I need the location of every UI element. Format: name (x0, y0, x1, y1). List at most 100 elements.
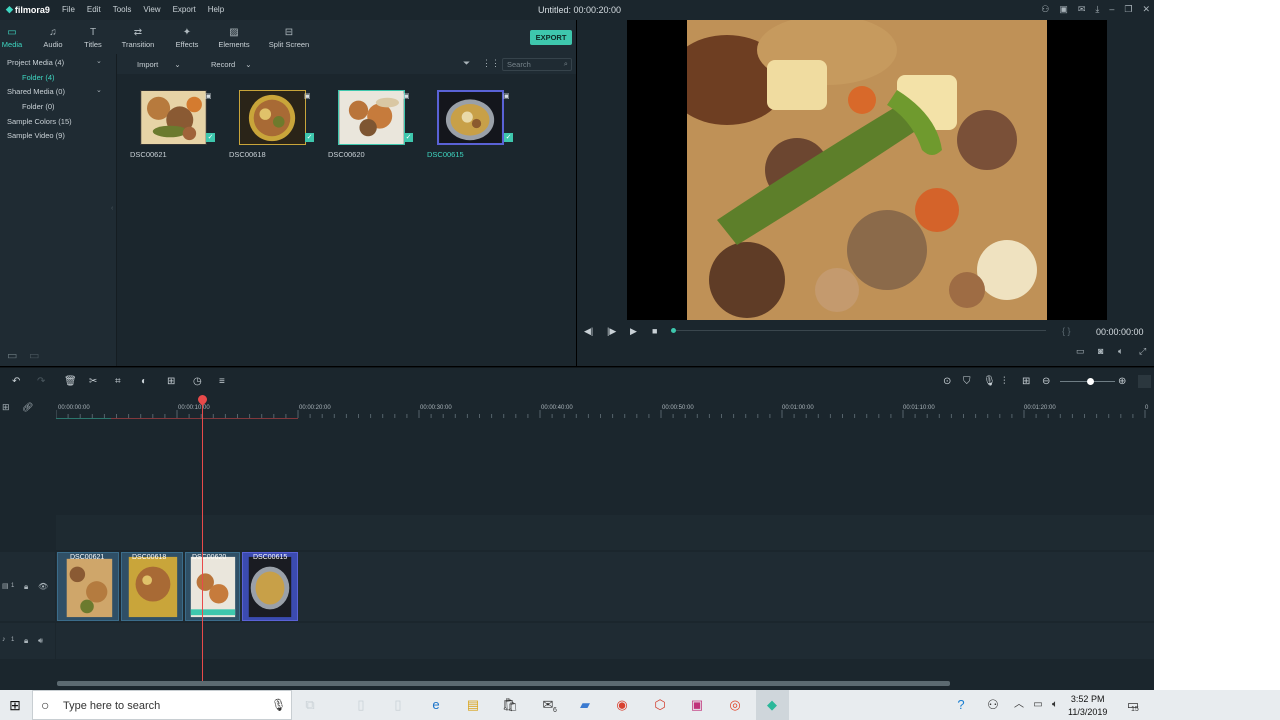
menu-edit[interactable]: Edit (87, 5, 101, 14)
library-project-media[interactable]: Project Media (4) (7, 58, 64, 67)
tab-split-screen[interactable]: ⊟ Split Screen (264, 27, 314, 49)
stop-icon[interactable]: ■ (652, 326, 657, 336)
lock-icon[interactable]: 🔒︎ (24, 636, 28, 646)
notepad-icon[interactable]: ▰ (576, 696, 594, 714)
marker-icon[interactable]: ⛉ (963, 376, 971, 387)
collapse-panel-icon[interactable]: ‹ (111, 205, 113, 212)
play-icon[interactable]: ▶︎ (630, 326, 637, 337)
timeline-settings-icon[interactable] (1138, 375, 1151, 388)
grid-view-icon[interactable]: ⋮⋮ (482, 58, 500, 69)
download-icon[interactable]: ⤓ (1095, 4, 1099, 15)
opera-icon[interactable]: ◎ (726, 696, 744, 714)
menu-view[interactable]: View (143, 5, 160, 14)
network-icon[interactable]: ▭ (1029, 696, 1047, 714)
undo-icon[interactable]: ↶ (12, 376, 20, 387)
render-icon[interactable]: ⊙ (943, 376, 951, 387)
timeline-clip[interactable] (242, 552, 298, 621)
zoom-out-icon[interactable]: ⊖ (1042, 376, 1050, 387)
adjust-icon[interactable]: ≡ (219, 376, 225, 387)
mail-icon[interactable]: ✉ (1078, 4, 1086, 15)
speaker-icon[interactable]: 🔊︎ (38, 636, 43, 646)
media-search-input[interactable]: Search ⌕ (502, 58, 572, 71)
audio-track[interactable] (56, 623, 1154, 659)
file-icon[interactable]: ▯ (389, 696, 407, 714)
account-icon[interactable]: ⚇ (1041, 4, 1049, 15)
delete-icon[interactable]: 🗑︎ (64, 376, 77, 387)
windows-start-icon[interactable]: ⊞ (0, 690, 30, 720)
menu-export[interactable]: Export (173, 5, 196, 14)
fullscreen-icon[interactable]: ⤢ (1139, 346, 1146, 357)
speed-icon[interactable]: ◷ (193, 376, 202, 387)
eye-icon[interactable]: 👁︎ (38, 582, 48, 591)
maximize-icon[interactable]: ❐ (1124, 4, 1132, 15)
taskbar-search-input[interactable]: ○ Type here to search 🎙︎ (32, 690, 292, 720)
display-settings-icon[interactable]: ▭ (1076, 346, 1085, 357)
menu-help[interactable]: Help (208, 5, 224, 14)
menu-tools[interactable]: Tools (113, 5, 132, 14)
record-dropdown[interactable]: Record ⌄ (211, 60, 252, 69)
import-dropdown[interactable]: Import ⌄ (137, 60, 181, 69)
media-thumbnail[interactable] (239, 90, 306, 145)
office-icon[interactable]: ⬡ (651, 696, 669, 714)
add-track-icon[interactable]: ⊞ (2, 402, 10, 413)
volume-icon[interactable]: 🔈︎ (1118, 346, 1123, 357)
close-icon[interactable]: ✕ (1142, 4, 1150, 15)
new-folder-icon[interactable]: ▭ (7, 349, 17, 362)
search-icon[interactable]: ⌕ (564, 59, 568, 69)
library-sample-video[interactable]: Sample Video (9) (7, 131, 65, 140)
taskbar-clock[interactable]: 3:52 PM 11/3/2019 (1068, 693, 1107, 719)
chevron-up-icon[interactable]: ︿ (1010, 696, 1028, 714)
export-button[interactable]: EXPORT (530, 30, 572, 45)
library-folder-project[interactable]: Folder (4) (22, 73, 55, 82)
chrome-icon[interactable]: ◉ (613, 696, 631, 714)
task-view-icon[interactable]: ⧉ (301, 696, 319, 714)
delete-folder-icon[interactable]: ▭ (29, 349, 39, 362)
filter-icon[interactable]: ⏷ (463, 58, 470, 69)
green-screen-icon[interactable]: ⊞ (167, 376, 175, 387)
microphone-icon[interactable]: 🎙︎ (983, 376, 996, 387)
tab-effects[interactable]: ✦ Effects (167, 27, 207, 49)
filmora-app-icon[interactable]: ◆ (763, 696, 781, 714)
play-reverse-icon[interactable]: |▶︎ (607, 326, 616, 337)
media-thumbnail[interactable] (338, 90, 405, 145)
menu-file[interactable]: File (62, 5, 75, 14)
tab-media[interactable]: ▭ Media (0, 27, 32, 49)
tab-audio[interactable]: ♫ Audio (33, 27, 73, 49)
color-icon[interactable]: ◐ (141, 376, 147, 387)
edge-browser-icon[interactable]: e (427, 696, 445, 714)
media-thumbnail[interactable] (140, 90, 207, 145)
crop-icon[interactable]: ⌗ (115, 376, 121, 387)
timeline-scrollbar[interactable] (57, 681, 950, 686)
tab-transition[interactable]: ⇄ Transition (118, 27, 158, 49)
tab-elements[interactable]: ▨ Elements (214, 27, 254, 49)
library-sample-colors[interactable]: Sample Colors (15) (7, 117, 72, 126)
people-icon[interactable]: ⚇ (984, 696, 1002, 714)
timeline-clip[interactable] (185, 552, 240, 621)
lock-icon[interactable]: 🔒︎ (24, 582, 28, 592)
link-icon[interactable]: 🔗︎ (22, 402, 33, 413)
redo-icon[interactable]: ↷ (37, 376, 45, 387)
zoom-in-icon[interactable]: ⊕ (1118, 376, 1126, 387)
file-icon[interactable]: ▯ (352, 696, 370, 714)
playhead[interactable] (202, 397, 203, 682)
preview-progress-track[interactable] (676, 330, 1046, 331)
minimize-icon[interactable]: – (1109, 4, 1114, 15)
tab-titles[interactable]: T Titles (73, 27, 113, 49)
media-thumbnail-selected[interactable] (437, 90, 504, 145)
help-icon[interactable]: ? (952, 696, 970, 714)
chevron-down-icon[interactable]: ⌄ (96, 57, 102, 65)
previous-frame-icon[interactable]: ◀︎| (584, 326, 593, 337)
library-folder-shared[interactable]: Folder (0) (22, 102, 55, 111)
photos-icon[interactable]: ▣ (688, 696, 706, 714)
timeline-clip[interactable] (57, 552, 119, 621)
audio-mixer-icon[interactable]: ⫶ (1003, 376, 1006, 387)
store-icon[interactable]: 🛍︎ (501, 696, 519, 714)
timeline-clip[interactable] (121, 552, 183, 621)
file-explorer-icon[interactable]: ▤ (464, 696, 482, 714)
volume-icon[interactable]: 🔈︎ (1046, 696, 1064, 714)
snapshot-icon[interactable]: ◙ (1098, 346, 1103, 356)
library-shared-media[interactable]: Shared Media (0) (7, 87, 65, 96)
chevron-down-icon[interactable]: ⌄ (96, 86, 102, 94)
zoom-slider-handle[interactable] (1087, 378, 1094, 385)
split-icon[interactable]: ✂︎ (89, 376, 97, 387)
